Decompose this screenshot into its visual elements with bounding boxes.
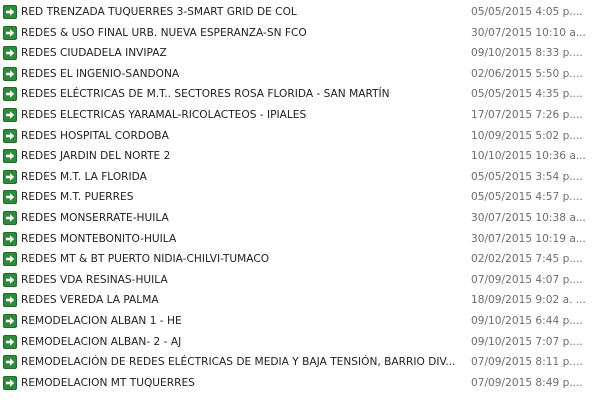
file-name: REMODELACIÓN DE REDES ELÉCTRICAS DE MEDI…	[21, 356, 456, 369]
shortcut-arrow-icon	[3, 210, 17, 225]
file-row[interactable]: REDES VDA RESINAS-HUILA 07/09/2015 4:07 p…	[0, 270, 613, 291]
date-modified: 18/09/2015 9:02 a. ...	[471, 294, 586, 307]
shortcut-arrow-icon	[3, 87, 17, 102]
date-modified: 07/09/2015 8:11 p....	[471, 356, 583, 369]
file-name: REDES VDA RESINAS-HUILA	[21, 273, 168, 286]
file-name: REDES ELÉCTRICAS DE M.T.. SECTORES ROSA …	[21, 88, 390, 101]
file-row[interactable]: REDES ELECTRICAS YARAMAL-RICOLACTEOS - I…	[0, 105, 613, 126]
date-modified: 30/07/2015 10:10 a...	[471, 26, 586, 39]
shortcut-arrow-icon	[3, 169, 17, 184]
file-row[interactable]: REDES JARDIN DEL NORTE 2 10/10/2015 10:36…	[0, 146, 613, 167]
shortcut-arrow-icon	[3, 293, 17, 308]
shortcut-arrow-icon	[3, 128, 17, 143]
file-row[interactable]: RED TRENZADA TUQUERRES 3-SMART GRID DE C…	[0, 2, 613, 23]
date-modified: 30/07/2015 10:19 a...	[471, 232, 586, 245]
file-row[interactable]: REDES M.T. LA FLORIDA 05/05/2015 3:54 p..…	[0, 167, 613, 188]
shortcut-arrow-icon	[3, 46, 17, 61]
file-row[interactable]: REDES M.T. PUERRES 05/05/2015 4:57 p....	[0, 187, 613, 208]
date-modified: 10/10/2015 10:36 a...	[471, 150, 586, 163]
date-modified: 02/06/2015 5:50 p....	[471, 67, 583, 80]
file-row[interactable]: REMODELACION ALBAN 1 - HE 09/10/2015 6:44…	[0, 311, 613, 332]
shortcut-arrow-icon	[3, 252, 17, 267]
file-name: REDES VEREDA LA PALMA	[21, 294, 159, 307]
file-name: REDES CIUDADELA INVIPAZ	[21, 47, 167, 60]
date-modified: 05/05/2015 3:54 p....	[471, 170, 583, 183]
date-modified: 07/09/2015 8:49 p....	[471, 376, 583, 389]
shortcut-arrow-icon	[3, 149, 17, 164]
file-name: RED TRENZADA TUQUERRES 3-SMART GRID DE C…	[21, 6, 297, 18]
date-modified: 05/05/2015 4:05 p....	[471, 6, 583, 18]
file-name: REMODELACION ALBAN 1 - HE	[21, 314, 182, 327]
shortcut-arrow-icon	[3, 107, 17, 122]
file-row[interactable]: REDES VEREDA LA PALMA 18/09/2015 9:02 a. …	[0, 290, 613, 311]
shortcut-arrow-icon	[3, 375, 17, 390]
shortcut-arrow-icon	[3, 190, 17, 205]
date-modified: 02/02/2015 7:45 p....	[471, 253, 583, 266]
date-modified: 09/10/2015 6:44 p....	[471, 314, 583, 327]
file-name: REDES JARDIN DEL NORTE 2	[21, 150, 171, 163]
file-name: REDES MT & BT PUERTO NIDIA-CHILVI-TUMACO	[21, 253, 270, 266]
file-name: REDES EL INGENIO-SANDONA	[21, 67, 180, 80]
file-name: REDES ELECTRICAS YARAMAL-RICOLACTEOS - I…	[21, 108, 307, 121]
shortcut-arrow-icon	[3, 355, 17, 370]
shortcut-arrow-icon	[3, 5, 17, 19]
file-row[interactable]: REDES MONSERRATE-HUILA 30/07/2015 10:38 a…	[0, 208, 613, 229]
file-name: REDES M.T. PUERRES	[21, 191, 134, 204]
shortcut-arrow-icon	[3, 334, 17, 349]
file-row[interactable]: REDES HOSPITAL CORDOBA 10/09/2015 5:02 p.…	[0, 126, 613, 147]
file-row[interactable]: REDES CIUDADELA INVIPAZ 09/10/2015 8:33 p…	[0, 43, 613, 64]
shortcut-arrow-icon	[3, 66, 17, 81]
file-row[interactable]: REDES EL INGENIO-SANDONA 02/06/2015 5:50 …	[0, 64, 613, 85]
file-list: RED TRENZADA TUQUERRES 3-SMART GRID DE C…	[0, 0, 613, 401]
date-modified: 09/10/2015 8:33 p....	[471, 47, 583, 60]
file-name: REMODELACION MT TUQUERRES	[21, 376, 195, 389]
date-modified: 30/07/2015 10:38 a...	[471, 211, 586, 224]
date-modified: 05/05/2015 4:57 p....	[471, 191, 583, 204]
file-row[interactable]: REDES MT & BT PUERTO NIDIA-CHILVI-TUMACO…	[0, 249, 613, 270]
date-modified: 05/05/2015 4:35 p....	[471, 88, 583, 101]
date-modified: 09/10/2015 7:07 p....	[471, 335, 583, 348]
date-modified: 07/09/2015 4:07 p....	[471, 273, 583, 286]
file-row[interactable]: REDES ELÉCTRICAS DE M.T.. SECTORES ROSA …	[0, 84, 613, 105]
shortcut-arrow-icon	[3, 272, 17, 287]
shortcut-arrow-icon	[3, 231, 17, 246]
date-modified: 17/07/2015 7:26 p....	[471, 108, 583, 121]
date-modified: 10/09/2015 5:02 p....	[471, 129, 583, 142]
file-name: REDES MONTEBONITO-HUILA	[21, 232, 177, 245]
file-row[interactable]: REMODELACION MT TUQUERRES 07/09/2015 8:49…	[0, 373, 613, 394]
file-row[interactable]: REMODELACIÓN DE REDES ELÉCTRICAS DE MEDI…	[0, 352, 613, 373]
shortcut-arrow-icon	[3, 313, 17, 328]
file-name: REDES & USO FINAL URB. NUEVA ESPERANZA-S…	[21, 26, 307, 39]
shortcut-arrow-icon	[3, 25, 17, 40]
file-name: REDES MONSERRATE-HUILA	[21, 211, 169, 224]
file-row[interactable]: REMODELACION ALBAN- 2 - AJ 09/10/2015 7:0…	[0, 332, 613, 353]
file-name: REMODELACION ALBAN- 2 - AJ	[21, 335, 182, 348]
file-name: REDES HOSPITAL CORDOBA	[21, 129, 169, 142]
file-row[interactable]: REDES & USO FINAL URB. NUEVA ESPERANZA-S…	[0, 23, 613, 44]
file-name: REDES M.T. LA FLORIDA	[21, 170, 147, 183]
file-row[interactable]: REDES MONTEBONITO-HUILA 30/07/2015 10:19 …	[0, 229, 613, 250]
